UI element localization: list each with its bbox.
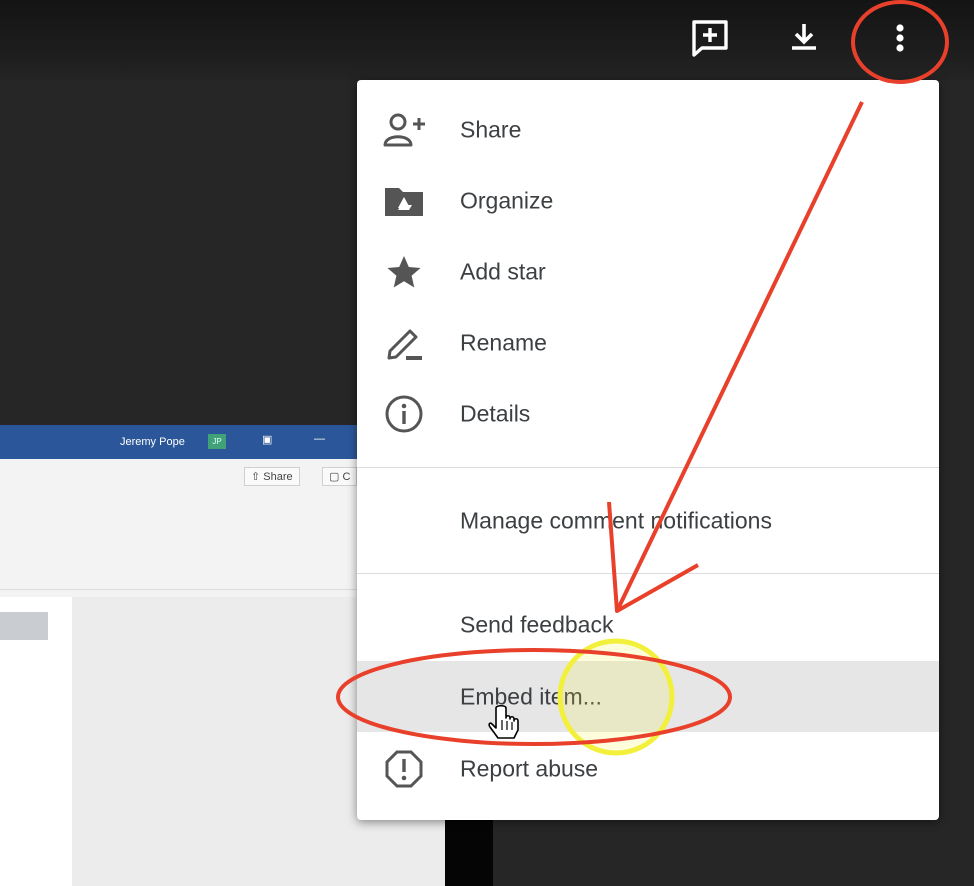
word-minimize-icon: — [314,433,325,445]
menu-item-details[interactable]: Details [357,378,939,449]
drive-folder-icon [381,178,427,224]
person-add-icon [381,107,427,153]
word-page [0,597,72,886]
menu-item-embed-item[interactable]: Embed item... [357,661,939,732]
menu-item-share[interactable]: Share [357,94,939,165]
more-actions-menu: Share Organize Add star Rename Details M… [357,80,939,820]
menu-item-label: Report abuse [460,755,599,781]
add-comment-icon[interactable] [688,16,732,60]
menu-item-label: Add star [460,258,546,284]
word-user-avatar: JP [208,434,226,449]
menu-item-rename[interactable]: Rename [357,307,939,378]
menu-item-report-abuse[interactable]: Report abuse [357,733,939,804]
more-vert-icon[interactable] [878,16,922,60]
menu-item-label: Manage comment notifications [460,507,772,533]
viewer-bottom [493,820,974,886]
menu-divider [357,467,939,468]
dark-strip [445,820,493,886]
menu-divider [357,573,939,574]
menu-item-label: Embed item... [460,683,602,709]
word-share-button: ⇧ Share [244,467,300,486]
word-restore-icon: ▣ [262,434,273,446]
word-user-name: Jeremy Pope [120,436,185,448]
menu-item-label: Details [460,400,531,426]
star-icon [381,249,427,295]
menu-item-manage-comment-notifications[interactable]: Manage comment notifications [357,485,939,556]
menu-item-add-star[interactable]: Add star [357,236,939,307]
menu-item-label: Rename [460,329,547,355]
menu-item-label: Share [460,116,522,142]
info-icon [381,391,427,437]
report-icon [381,746,427,792]
menu-item-label: Send feedback [460,611,614,637]
download-icon[interactable] [782,16,826,60]
word-highlight-bar [0,612,48,640]
top-toolbar [0,0,974,80]
menu-item-label: Organize [460,187,554,213]
menu-item-organize[interactable]: Organize [357,165,939,236]
menu-item-send-feedback[interactable]: Send feedback [357,589,939,660]
word-comment-button: ▢ C [322,467,358,486]
pencil-icon [381,320,427,366]
